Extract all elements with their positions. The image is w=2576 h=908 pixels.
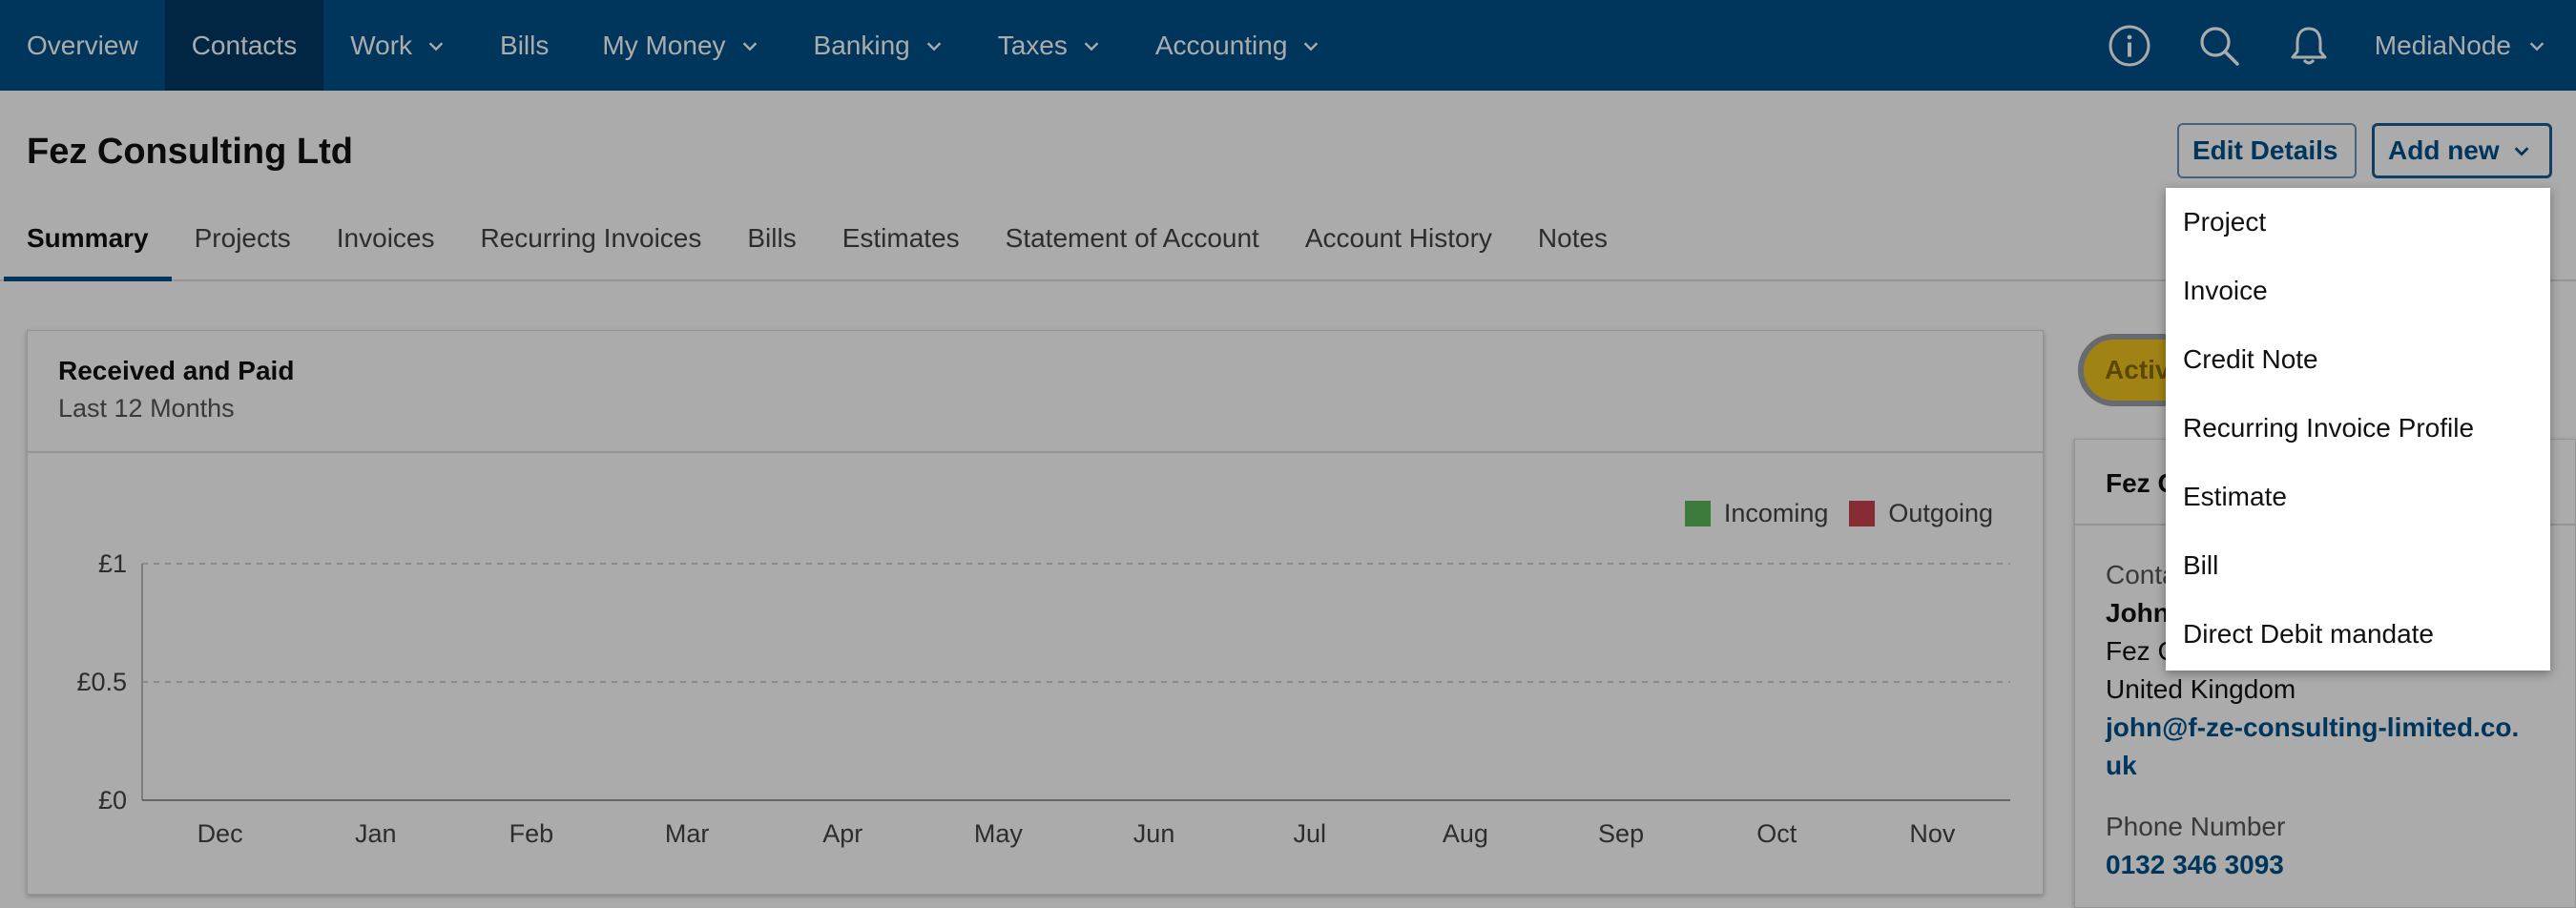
menu-item-recurring-invoice-profile[interactable]: Recurring Invoice Profile: [2166, 394, 2550, 463]
menu-item-invoice[interactable]: Invoice: [2166, 257, 2550, 325]
add-new-dropdown: Project Invoice Credit Note Recurring In…: [2166, 188, 2550, 671]
menu-item-credit-note[interactable]: Credit Note: [2166, 325, 2550, 394]
menu-item-estimate[interactable]: Estimate: [2166, 463, 2550, 531]
menu-item-direct-debit-mandate[interactable]: Direct Debit mandate: [2166, 600, 2550, 669]
menu-item-project[interactable]: Project: [2166, 188, 2550, 257]
menu-item-bill[interactable]: Bill: [2166, 531, 2550, 600]
